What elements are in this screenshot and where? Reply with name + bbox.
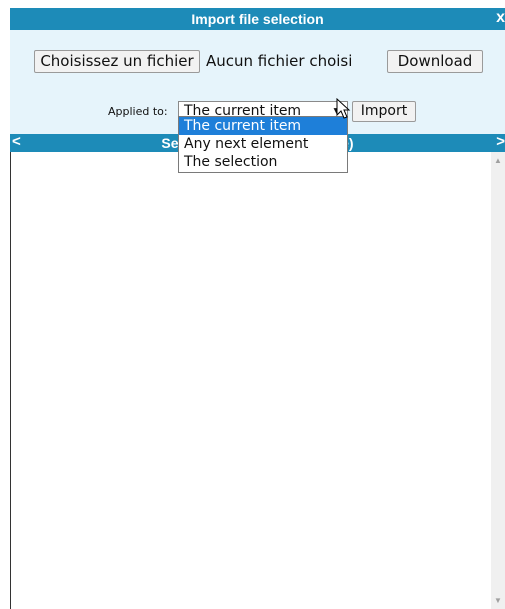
selection-list[interactable]: [10, 152, 505, 609]
download-button[interactable]: Download: [387, 50, 483, 73]
scroll-down-icon[interactable]: ▼: [491, 596, 505, 605]
import-button[interactable]: Import: [352, 101, 416, 122]
scroll-up-icon[interactable]: ▲: [491, 156, 505, 165]
vertical-scrollbar[interactable]: ▲ ▼: [491, 152, 505, 609]
close-icon[interactable]: x: [496, 9, 505, 27]
file-status-text: Aucun fichier choisi: [206, 52, 353, 70]
import-dialog: Import file selection x Choisissez un fi…: [10, 8, 505, 609]
dropdown-option-any-next-element[interactable]: Any next element: [179, 135, 347, 153]
mouse-cursor-icon: [336, 98, 351, 119]
choose-file-button[interactable]: Choisissez un fichier: [34, 50, 200, 73]
dialog-titlebar: Import file selection x: [10, 8, 505, 30]
dropdown-option-selection[interactable]: The selection: [179, 153, 347, 171]
applied-to-dropdown-list: The current item Any next element The se…: [178, 116, 348, 173]
dialog-title: Import file selection: [191, 11, 324, 27]
dropdown-option-current-item[interactable]: The current item: [179, 117, 347, 135]
applied-to-label: Applied to:: [108, 105, 168, 118]
chevron-right-icon[interactable]: >: [496, 133, 505, 150]
